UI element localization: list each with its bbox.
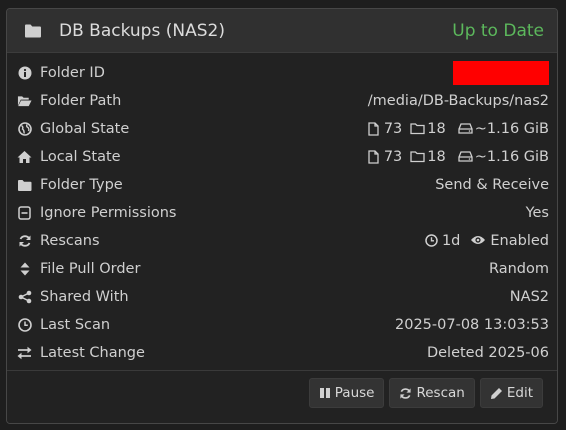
row-folder-id: Folder ID [7, 59, 557, 87]
share-icon [17, 290, 32, 305]
folder-id-label: Folder ID [40, 65, 105, 81]
latest-change-label: Latest Change [40, 345, 145, 361]
shared-device-link[interactable]: NAS2 [510, 289, 549, 305]
rescans-label: Rescans [40, 233, 100, 249]
folder-panel: DB Backups (NAS2) Up to Date Folder ID F… [6, 8, 558, 424]
row-folder-type: Folder Type Send & Receive [7, 171, 557, 199]
ignore-permissions-value: Yes [525, 205, 549, 221]
ignore-permissions-label: Ignore Permissions [40, 205, 177, 221]
file-icon [367, 150, 380, 164]
folder-id-redacted [453, 61, 549, 85]
rescan-button[interactable]: Rescan [389, 378, 475, 408]
folder-header[interactable]: DB Backups (NAS2) Up to Date [7, 9, 557, 53]
global-dirs-count: 18 [427, 121, 446, 137]
panel-footer: Pause Rescan Edit [7, 370, 557, 423]
global-state-label: Global State [40, 121, 130, 137]
pause-label: Pause [334, 385, 375, 401]
row-global-state: Global State 73 18 ~1.16 GiB [7, 115, 557, 143]
local-size: ~1.16 GiB [474, 149, 549, 165]
last-scan-label: Last Scan [40, 317, 111, 333]
row-shared-with: Shared With NAS2 [7, 283, 557, 311]
folder-title: DB Backups (NAS2) [59, 20, 225, 41]
exchange-icon [17, 346, 32, 361]
local-state-label: Local State [40, 149, 121, 165]
folder-icon [24, 23, 42, 39]
clock-icon [425, 234, 438, 248]
square-minus-icon [17, 206, 32, 221]
rescan-interval: 1d [441, 233, 461, 249]
status-badge: Up to Date [452, 20, 544, 41]
folder-icon [17, 178, 32, 193]
local-dirs-count: 18 [427, 149, 446, 165]
file-pull-order-label: File Pull Order [40, 261, 141, 277]
row-file-pull-order: File Pull Order Random [7, 255, 557, 283]
home-icon [17, 150, 32, 165]
edit-label: Edit [506, 385, 533, 401]
pencil-icon [490, 387, 502, 399]
hdd-icon [458, 122, 473, 136]
sort-icon [17, 262, 32, 277]
eye-icon [470, 234, 486, 248]
row-rescans: Rescans 1d Enabled [7, 227, 557, 255]
row-folder-path: Folder Path /media/DB-Backups/nas2 [7, 87, 557, 115]
info-icon [17, 66, 32, 81]
file-icon [367, 122, 380, 136]
watcher-status: Enabled [490, 233, 549, 249]
global-files-count: 73 [383, 121, 403, 137]
folder-open-icon [17, 94, 32, 109]
folder-type-label: Folder Type [40, 177, 123, 193]
row-ignore-permissions: Ignore Permissions Yes [7, 199, 557, 227]
clock-icon [17, 318, 32, 333]
file-pull-order-value: Random [488, 261, 549, 277]
pause-icon [319, 388, 330, 398]
row-local-state: Local State 73 18 ~1.16 GiB [7, 143, 557, 171]
refresh-icon [400, 387, 412, 399]
pause-button[interactable]: Pause [308, 378, 385, 408]
last-scan-value: 2025-07-08 13:03:53 [395, 317, 549, 333]
global-size: ~1.16 GiB [474, 121, 549, 137]
row-last-scan: Last Scan 2025-07-08 13:03:53 [7, 311, 557, 339]
globe-icon [17, 122, 32, 137]
folder-path-label: Folder Path [40, 93, 122, 109]
hdd-icon [458, 150, 473, 164]
rescan-label: Rescan [416, 385, 465, 401]
row-latest-change: Latest Change Deleted 2025-06 [7, 339, 557, 367]
folder-type-value: Send & Receive [435, 177, 549, 193]
edit-button[interactable]: Edit [479, 378, 543, 408]
folder-outline-icon [410, 122, 425, 136]
shared-with-label: Shared With [40, 289, 129, 305]
folder-path-value: /media/DB-Backups/nas2 [367, 93, 549, 109]
local-files-count: 73 [383, 149, 403, 165]
latest-change-value: Deleted 2025-06 [426, 345, 549, 361]
folder-outline-icon [410, 150, 425, 164]
refresh-icon [17, 234, 32, 249]
